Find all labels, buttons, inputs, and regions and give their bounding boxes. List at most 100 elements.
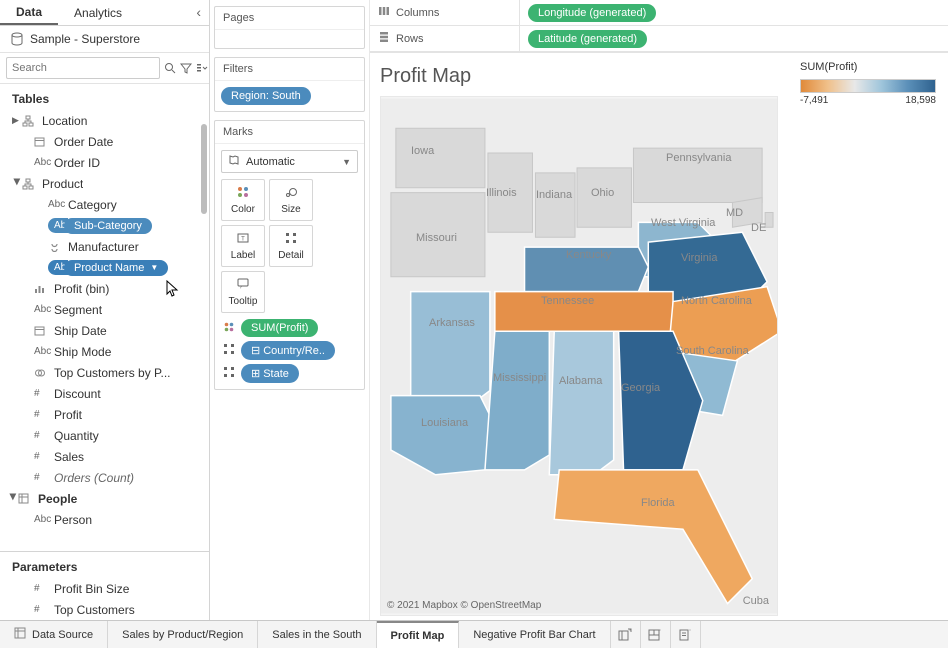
hierarchy-icon <box>22 178 42 190</box>
columns-shelf[interactable]: Columns Longitude (generated) <box>370 0 948 26</box>
field-label: Sales <box>54 450 84 464</box>
field-label: Quantity <box>54 429 99 443</box>
filter-fields-icon[interactable] <box>180 58 192 78</box>
mark-detail-pill-row-1[interactable]: ⊟ Country/Re.. <box>221 341 358 360</box>
param-top-customers[interactable]: # Top Customers <box>0 599 209 620</box>
label-icon: T <box>236 231 250 248</box>
field-location[interactable]: ▶ Location <box>0 110 209 131</box>
product-name-pill[interactable]: Product Name ▼ <box>64 260 168 276</box>
field-label: Location <box>42 114 87 128</box>
filters-title: Filters <box>215 58 364 81</box>
view-title[interactable]: Profit Map <box>380 61 778 96</box>
drill-icon: ⊞ <box>251 367 260 380</box>
sheet-sales-in-south[interactable]: Sales in the South <box>258 621 376 648</box>
rows-icon <box>378 31 390 46</box>
field-label: Top Customers by P... <box>54 366 171 380</box>
shelves: Columns Longitude (generated) Rows Lati <box>370 0 948 53</box>
new-story-button[interactable] <box>671 621 701 648</box>
map-label: Florida <box>641 497 675 509</box>
data-pane: Data Analytics ‹ Sample - Superstore <box>0 0 210 620</box>
mark-detail-pill-row-2[interactable]: ⊞ State <box>221 364 358 383</box>
marks-tooltip-button[interactable]: Tooltip <box>221 271 265 313</box>
marks-color-button[interactable]: Color <box>221 179 265 221</box>
marks-detail-button[interactable]: Detail <box>269 225 313 267</box>
sheet-profit-map[interactable]: Profit Map <box>377 621 460 648</box>
chevron-down-icon: ▶ <box>8 494 19 504</box>
field-label: Profit (bin) <box>54 282 109 296</box>
collapse-side-panel[interactable]: ‹ <box>188 0 209 25</box>
mark-pill-state[interactable]: ⊞ State <box>241 364 299 383</box>
field-category[interactable]: Abc Category <box>0 194 209 215</box>
filter-pill-region[interactable]: Region: South <box>221 87 311 105</box>
map-mark-icon <box>228 154 240 169</box>
marks-title: Marks <box>215 121 364 144</box>
rows-shelf[interactable]: Rows Latitude (generated) <box>370 26 948 52</box>
field-sales[interactable]: # Sales <box>0 446 209 467</box>
field-product-name[interactable]: Abc Product Name ▼ <box>0 257 209 278</box>
sheet-sales-by-product-region[interactable]: Sales by Product/Region <box>108 621 258 648</box>
map-label: Mississippi <box>493 372 546 384</box>
field-profit-bin[interactable]: Profit (bin) <box>0 278 209 299</box>
field-manufacturer[interactable]: Manufacturer <box>0 236 209 257</box>
map-label: West Virginia <box>651 217 715 229</box>
number-icon: # <box>34 604 54 615</box>
field-ship-date[interactable]: Ship Date <box>0 320 209 341</box>
tab-data[interactable]: Data <box>0 0 58 25</box>
field-discount[interactable]: # Discount <box>0 383 209 404</box>
field-ship-mode[interactable]: Abc Ship Mode <box>0 341 209 362</box>
field-label: Segment <box>54 303 102 317</box>
new-dashboard-button[interactable] <box>641 621 671 648</box>
field-order-id[interactable]: Abc Order ID <box>0 152 209 173</box>
field-label: Profit Bin Size <box>54 582 129 596</box>
tab-analytics[interactable]: Analytics <box>58 0 138 25</box>
param-profit-bin-size[interactable]: # Profit Bin Size <box>0 578 209 599</box>
new-worksheet-button[interactable] <box>611 621 641 648</box>
map-canvas[interactable]: Iowa Illinois Indiana Ohio Pennsylvania … <box>380 96 778 616</box>
marks-size-button[interactable]: Size <box>269 179 313 221</box>
field-label: Person <box>54 513 92 527</box>
datasource-row[interactable]: Sample - Superstore <box>0 26 209 53</box>
number-icon: # <box>34 451 54 462</box>
columns-pill-longitude[interactable]: Longitude (generated) <box>528 4 656 22</box>
marks-type-dropdown[interactable]: Automatic ▼ <box>221 150 358 173</box>
mark-pill-sum-profit[interactable]: SUM(Profit) <box>241 319 318 337</box>
field-profit[interactable]: # Profit <box>0 404 209 425</box>
button-label: Color <box>231 204 255 215</box>
columns-icon <box>378 5 390 20</box>
parameters-title: Parameters <box>0 552 209 578</box>
filters-card[interactable]: Filters Region: South <box>214 57 365 112</box>
map-label: Arkansas <box>429 317 475 329</box>
field-sub-category[interactable]: Abc Sub-Category <box>0 215 209 236</box>
field-people[interactable]: ▶ People <box>0 488 209 509</box>
pages-card[interactable]: Pages <box>214 6 365 49</box>
sheet-negative-profit[interactable]: Negative Profit Bar Chart <box>459 621 610 648</box>
map-attribution: © 2021 Mapbox © OpenStreetMap <box>387 600 541 611</box>
view-options-icon[interactable] <box>196 58 208 78</box>
search-input[interactable] <box>6 57 160 79</box>
marks-label-button[interactable]: T Label <box>221 225 265 267</box>
scrollbar-thumb[interactable] <box>201 124 207 214</box>
pill-caret-icon[interactable]: ▼ <box>150 263 158 272</box>
mark-pill-country[interactable]: ⊟ Country/Re.. <box>241 341 335 360</box>
legend-max: 18,598 <box>905 95 936 106</box>
rows-pill-latitude[interactable]: Latitude (generated) <box>528 30 647 48</box>
sub-category-pill[interactable]: Sub-Category <box>64 218 152 234</box>
field-order-date[interactable]: Order Date <box>0 131 209 152</box>
field-product[interactable]: ▶ Product <box>0 173 209 194</box>
sheet-data-source[interactable]: Data Source <box>0 621 108 648</box>
field-segment[interactable]: Abc Segment <box>0 299 209 320</box>
pages-title: Pages <box>215 7 364 30</box>
map-label: Iowa <box>411 145 434 157</box>
field-label: Ship Mode <box>54 345 111 359</box>
map-label: Illinois <box>486 187 517 199</box>
map-label: Pennsylvania <box>666 152 731 164</box>
mark-color-pill-row[interactable]: SUM(Profit) <box>221 319 358 337</box>
field-person[interactable]: Abc Person <box>0 509 209 530</box>
field-orders-count[interactable]: # Orders (Count) <box>0 467 209 488</box>
field-top-customers[interactable]: Top Customers by P... <box>0 362 209 383</box>
legend-gradient[interactable] <box>800 79 936 93</box>
marks-type-label: Automatic <box>246 156 295 168</box>
search-icon[interactable] <box>164 58 176 78</box>
field-quantity[interactable]: # Quantity <box>0 425 209 446</box>
legend-title[interactable]: SUM(Profit) <box>800 61 936 73</box>
